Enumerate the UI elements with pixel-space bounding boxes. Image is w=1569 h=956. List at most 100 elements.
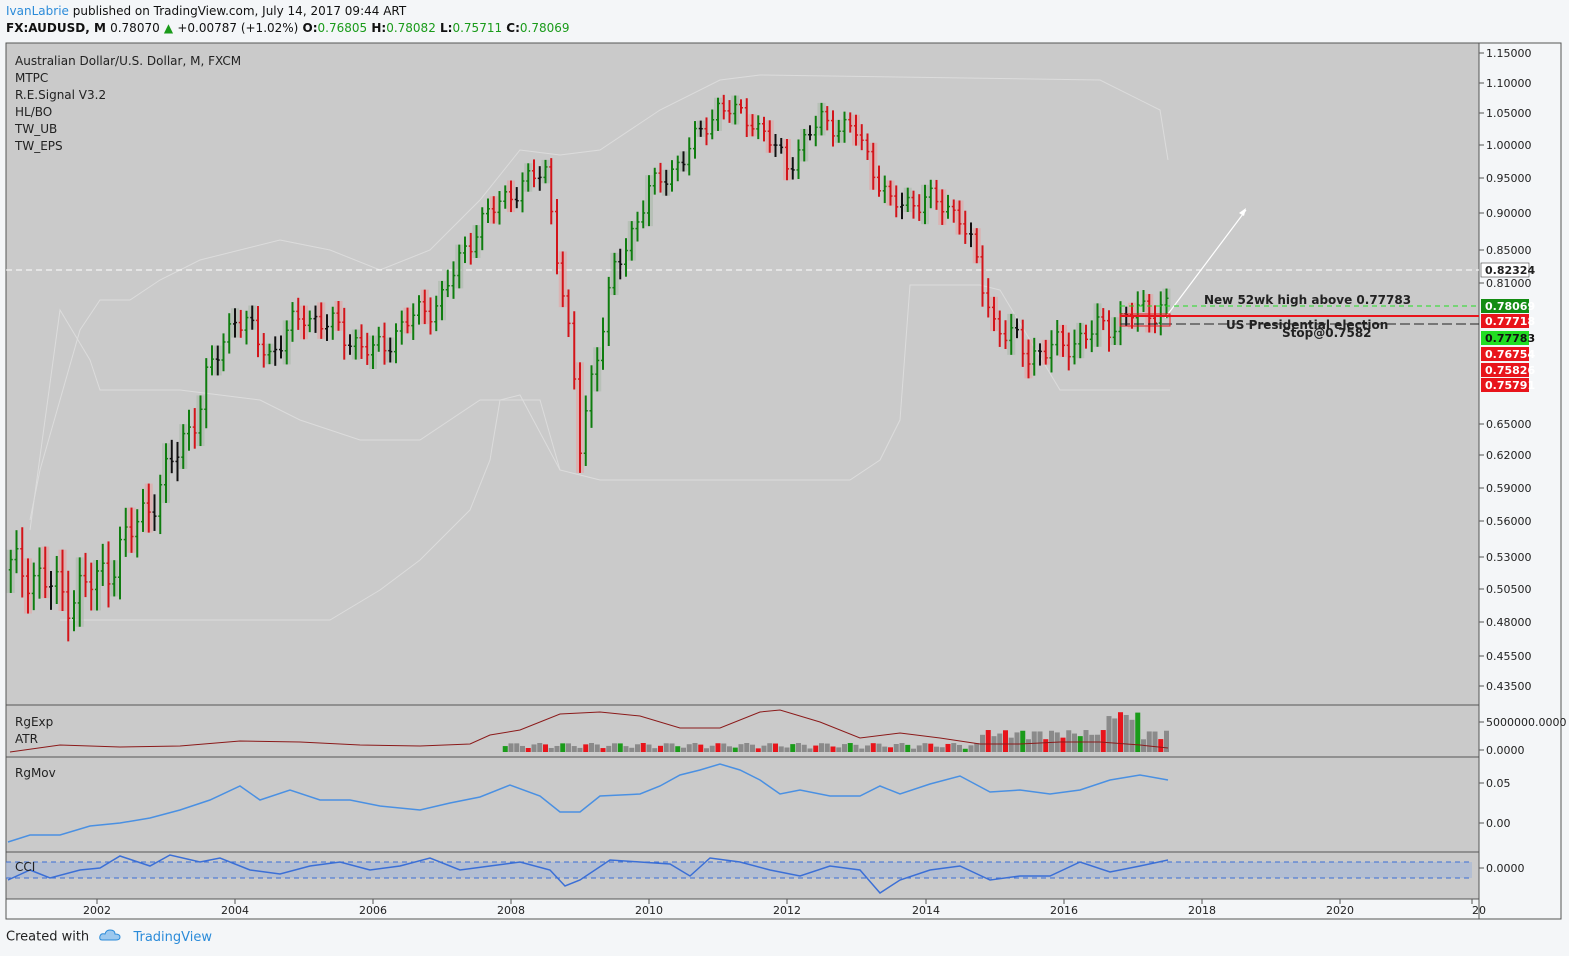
volume-bar <box>859 748 865 752</box>
volume-bar <box>813 745 819 752</box>
indicator-tw-eps[interactable]: TW_EPS <box>15 138 241 155</box>
volume-bar <box>709 745 715 752</box>
volume-bar <box>629 747 635 752</box>
volume-bar <box>962 748 968 752</box>
volume-bar <box>692 743 698 752</box>
price-tick-label: 0.95000 <box>1486 172 1532 185</box>
pane-tick-label: 0.00 <box>1486 817 1511 830</box>
volume-bar <box>531 744 537 752</box>
volume-bar <box>1014 732 1020 752</box>
volume-bar <box>508 743 514 752</box>
indicator-re-signal[interactable]: R.E.Signal V3.2 <box>15 87 241 104</box>
volume-bar <box>905 744 911 752</box>
volume-bar <box>819 743 824 752</box>
price-tick-label: 0.53000 <box>1486 551 1532 564</box>
volume-bar <box>566 743 571 752</box>
indicator-mtpc[interactable]: MTPC <box>15 70 241 87</box>
indicator-tw-ub[interactable]: TW_UB <box>15 121 241 138</box>
tradingview-link[interactable]: TradingView <box>133 930 212 945</box>
volume-bar <box>681 747 686 752</box>
rgexp-label[interactable]: RgExp <box>15 714 53 731</box>
volume-bar <box>640 743 646 752</box>
volume-bar <box>750 744 755 752</box>
price-tick-label: 1.10000 <box>1486 77 1532 90</box>
volume-bar <box>1037 731 1043 752</box>
new-high-annotation[interactable]: New 52wk high above 0.77783 <box>1204 293 1411 307</box>
pane-tick-label: 0.0000 <box>1486 862 1525 875</box>
volume-bar <box>824 743 830 752</box>
volume-bar <box>790 744 796 752</box>
stop-annotation[interactable]: Stop@0.7582 <box>1282 326 1372 340</box>
price-badge-label: 0.77783 <box>1485 332 1535 345</box>
volume-bar <box>1158 739 1164 752</box>
volume-bar <box>876 743 882 752</box>
volume-bar <box>853 744 859 752</box>
price-tick-label: 0.48000 <box>1486 616 1532 629</box>
volume-bar <box>738 744 744 752</box>
volume-bar <box>1118 712 1123 752</box>
volume-bar <box>1146 731 1152 752</box>
volume-bar <box>974 743 980 752</box>
price-tick-label: 0.45500 <box>1486 650 1532 663</box>
volume-bar <box>715 743 721 752</box>
volume-bar <box>888 747 893 752</box>
volume-bar <box>732 747 738 752</box>
rgmov-label[interactable]: RgMov <box>15 766 56 780</box>
volume-bar <box>882 746 888 752</box>
legend-title: Australian Dollar/U.S. Dollar, M, FXCM <box>15 54 242 68</box>
time-tick-label: 2006 <box>359 904 387 917</box>
footer: Created with TradingView <box>6 929 212 945</box>
price-tick-label: 0.90000 <box>1486 207 1532 220</box>
volume-bar <box>606 745 612 752</box>
time-tick-label: 2008 <box>497 904 525 917</box>
volume-bar <box>1026 739 1031 752</box>
price-tick-label: 0.50500 <box>1486 583 1532 596</box>
volume-bar <box>1083 730 1089 752</box>
time-tick-label: 2018 <box>1188 904 1216 917</box>
volume-bar <box>980 734 985 752</box>
volume-bar <box>847 743 853 752</box>
price-tick-label: 0.43500 <box>1486 680 1532 693</box>
tradingview-cloud-icon <box>99 929 121 945</box>
volume-bar <box>600 748 606 752</box>
volume-bar <box>916 745 922 752</box>
atr-label[interactable]: ATR <box>15 731 53 748</box>
time-tick-label: 2012 <box>773 904 801 917</box>
indicator-hl-bo[interactable]: HL/BO <box>15 104 241 121</box>
volume-bar <box>761 745 767 752</box>
volume-bar <box>727 746 732 752</box>
cci-band <box>6 862 1472 878</box>
volume-bar <box>571 746 577 752</box>
price-tick-label: 0.62000 <box>1486 449 1532 462</box>
volume-bar <box>612 743 617 752</box>
price-tick-label: 1.15000 <box>1486 47 1532 60</box>
volume-bar <box>525 747 531 752</box>
volume-bar <box>721 743 727 752</box>
volume-bar <box>1123 714 1129 752</box>
volume-bar <box>1112 718 1118 752</box>
price-tick-label: 0.56000 <box>1486 515 1532 528</box>
volume-bar <box>686 744 692 752</box>
cci-label[interactable]: CCI <box>15 860 35 874</box>
volume-bar <box>1049 730 1054 752</box>
volume-bar <box>589 743 594 752</box>
volume-bar <box>784 747 790 752</box>
volume-bar <box>830 746 836 752</box>
volume-bar <box>663 743 669 752</box>
volume-bar <box>801 744 807 752</box>
price-tick-label: 1.00000 <box>1486 139 1532 152</box>
volume-bar <box>945 743 951 752</box>
volume-bar <box>1077 736 1083 752</box>
price-badge-label: 0.77718 <box>1485 315 1535 328</box>
volume-bar <box>1020 730 1026 752</box>
created-with-text: Created with <box>6 929 90 945</box>
volume-bar <box>646 744 652 752</box>
volume-bar <box>1066 730 1072 752</box>
volume-bar <box>1152 731 1158 752</box>
volume-bar <box>514 743 520 752</box>
volume-bar <box>1043 739 1049 752</box>
price-badge-label: 0.75826 <box>1485 364 1535 377</box>
price-tick-label: 0.81000 <box>1486 277 1532 290</box>
volume-bar <box>502 746 508 752</box>
volume-bar <box>778 746 784 752</box>
